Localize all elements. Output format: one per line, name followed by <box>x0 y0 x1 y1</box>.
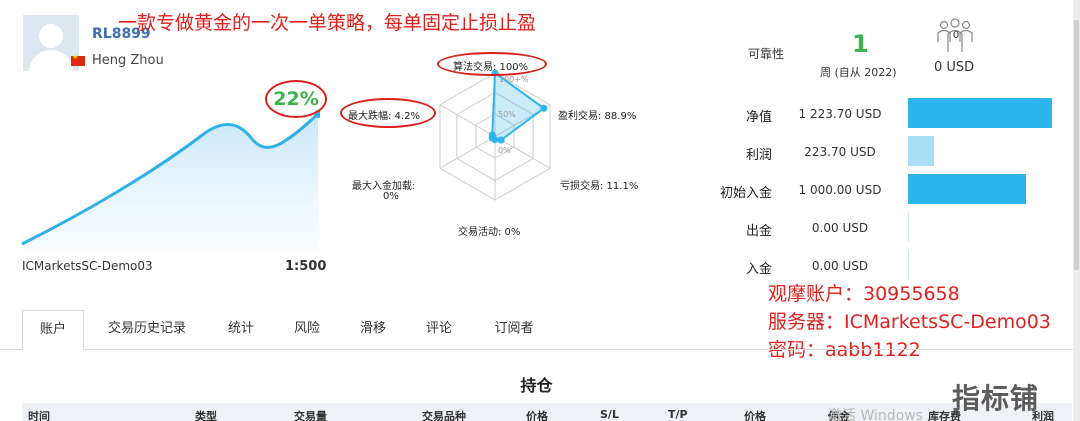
radar-label-profit-trades: 盈利交易: 88.9% <box>558 111 637 122</box>
radar-tick-50: 50% <box>498 110 516 119</box>
column-header[interactable]: 价格 <box>526 408 548 421</box>
column-header[interactable]: S/L <box>600 408 619 421</box>
stat-label: 出金 <box>745 224 772 239</box>
column-header[interactable]: 价格 <box>744 408 766 421</box>
radar-tick-0: 0% <box>498 146 511 155</box>
radar-value-max-deposit-load: 0% <box>383 191 399 202</box>
tab-account[interactable]: 账户 <box>22 310 84 350</box>
reliability-label: 可靠性 <box>748 47 785 61</box>
radar-label-max-deposit-load: 最大入金加载: <box>352 181 416 192</box>
stat-label: 净值 <box>745 110 772 125</box>
stat-bar <box>908 136 934 166</box>
stat-value: 0.00 USD <box>811 259 869 273</box>
positions-title: 持仓 <box>520 376 553 395</box>
scrollbar[interactable] <box>1073 0 1080 421</box>
weeks-label: 周 (自从 2022) <box>820 66 897 79</box>
stat-label: 入金 <box>745 262 772 277</box>
stat-value: 0.00 USD <box>811 221 869 235</box>
stat-value: 223.70 USD <box>804 145 876 159</box>
column-header[interactable]: 类型 <box>195 408 217 421</box>
tab-trade-history[interactable]: 交易历史记录 <box>94 310 200 350</box>
stat-value: 1 223.70 USD <box>798 107 882 121</box>
stat-label: 利润 <box>745 148 772 163</box>
location: Heng Zhou <box>92 53 164 68</box>
tab-reviews[interactable]: 评论 <box>414 310 464 350</box>
stat-bar <box>908 212 909 242</box>
radar-point <box>488 131 496 139</box>
annotation-title: 一款专做黄金的一次一单策略，每单固定止损止盈 <box>118 12 537 34</box>
tab-slippage[interactable]: 滑移 <box>348 310 398 350</box>
tab-statistics[interactable]: 统计 <box>216 310 266 350</box>
subscribers-count: 0 <box>952 30 960 41</box>
radar-chart <box>439 69 551 201</box>
tab-subscribers[interactable]: 订阅者 <box>482 310 546 350</box>
radar-label-activity: 交易活动: 0% <box>458 227 521 238</box>
annotation-account: 观摩账户：30955658 <box>768 283 960 305</box>
max-drawdown-highlight <box>340 98 436 128</box>
reliability-value: 1 <box>852 30 869 58</box>
site-logo: 指标铺 <box>952 382 1040 415</box>
radar-point <box>540 104 548 112</box>
stat-value: 1 000.00 USD <box>798 183 882 197</box>
stat-bar <box>908 174 1026 204</box>
column-header[interactable]: 交易品种 <box>422 408 466 421</box>
windows-activation-watermark: 激活 Windows <box>828 408 923 421</box>
column-header[interactable]: T/P <box>668 408 688 421</box>
column-header[interactable]: 时间 <box>28 408 50 421</box>
stat-label: 初始入金 <box>719 186 772 201</box>
tab-bar: 账户 交易历史记录 统计 风险 滑移 评论 订阅者 <box>0 310 1080 350</box>
algo-trading-highlight <box>437 52 547 76</box>
stat-bar <box>908 250 909 280</box>
radar-label-loss-trades: 亏损交易: 11.1% <box>560 181 639 192</box>
equity-growth-chart <box>21 110 320 250</box>
column-header[interactable]: 交易量 <box>294 408 327 421</box>
subscription-price: 0 USD <box>934 60 975 75</box>
radar-point <box>497 136 505 144</box>
server-name: ICMarketsSC-Demo03 <box>22 259 153 273</box>
radar-tick-100: 100+% <box>499 75 529 84</box>
china-flag-icon <box>71 53 85 66</box>
tab-risk[interactable]: 风险 <box>282 310 332 350</box>
leverage: 1:500 <box>285 259 327 274</box>
stat-bar <box>908 98 1052 128</box>
growth-badge: 22% <box>265 80 327 118</box>
